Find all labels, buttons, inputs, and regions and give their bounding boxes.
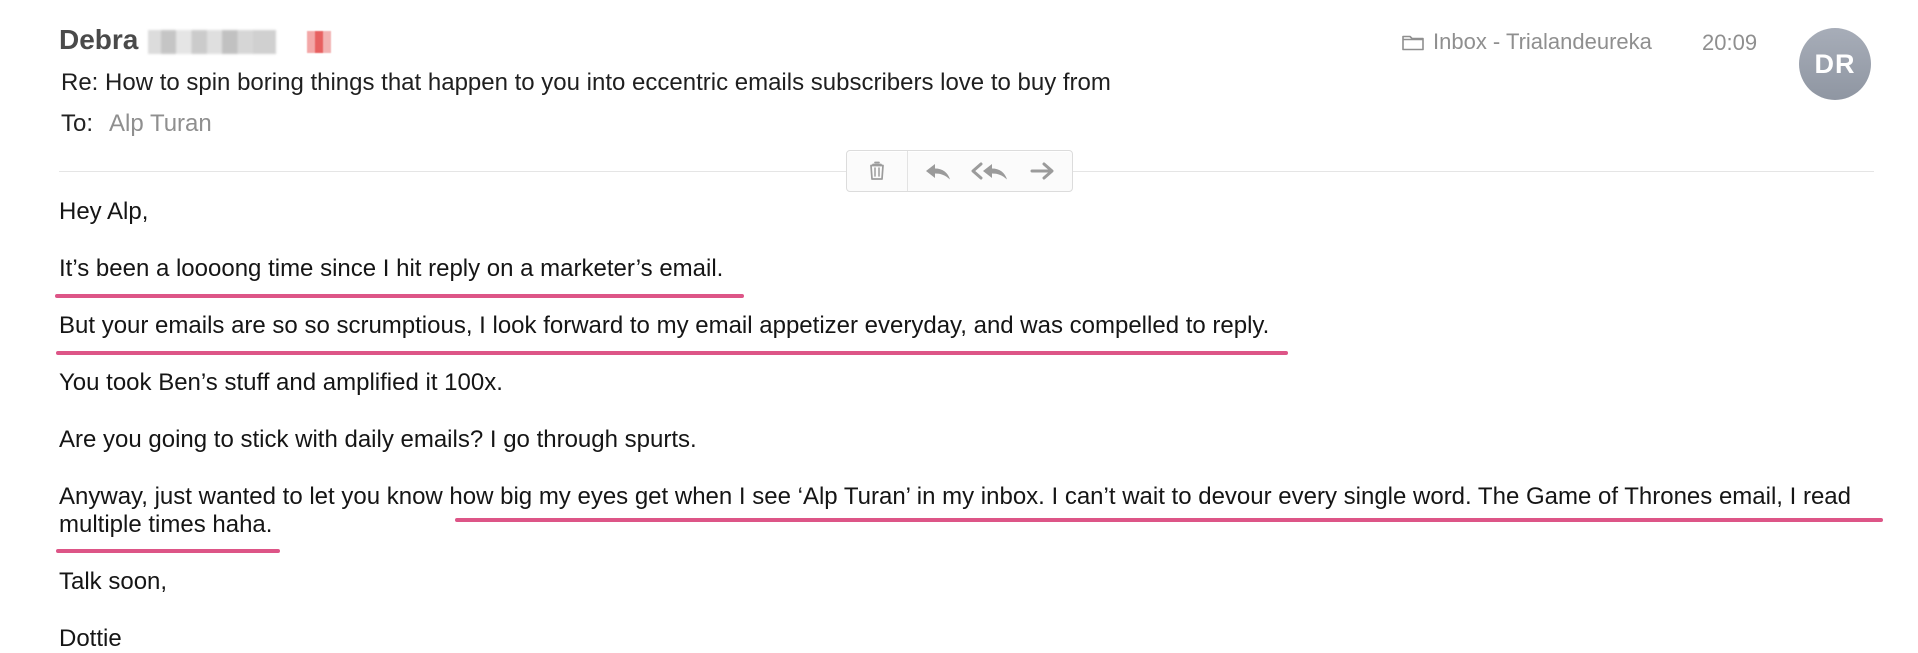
redacted-sender-badge <box>307 31 331 53</box>
delete-button[interactable] <box>847 151 908 191</box>
body-paragraph-3: You took Ben’s stuff and amplified it 10… <box>59 369 503 396</box>
recipient-row: To: Alp Turan <box>61 110 212 138</box>
redacted-email-address <box>148 30 276 54</box>
highlight-underline-3 <box>455 518 1883 522</box>
recipient-name: Alp Turan <box>109 110 212 137</box>
highlight-underline-4 <box>56 549 280 553</box>
reply-icon <box>922 160 954 182</box>
mailbox-location: Inbox - Trialandeureka <box>1401 29 1652 55</box>
forward-button[interactable] <box>1028 160 1058 182</box>
body-paragraph-5: Anyway, just wanted to let you know how … <box>59 483 1851 538</box>
reply-all-button[interactable] <box>970 160 1012 182</box>
message-action-toolbar <box>846 150 1073 192</box>
highlight-underline-1 <box>55 294 744 298</box>
body-paragraph-4: Are you going to stick with daily emails… <box>59 426 697 453</box>
body-paragraph-1: It’s been a loooong time since I hit rep… <box>59 255 724 282</box>
avatar-initials: DR <box>1814 48 1856 79</box>
folder-icon <box>1401 32 1425 52</box>
email-subject: Re: How to spin boring things that happe… <box>61 69 1111 96</box>
message-navigation-actions <box>908 151 1072 191</box>
highlight-underline-2 <box>56 351 1288 355</box>
trash-icon <box>866 159 888 183</box>
reply-button[interactable] <box>922 160 954 182</box>
closing-line: Talk soon, <box>59 568 168 595</box>
message-time: 20:09 <box>1702 30 1758 55</box>
sender-avatar: DR <box>1799 28 1871 100</box>
body-paragraph-2: But your emails are so so scrumptious, I… <box>59 312 1270 339</box>
to-label: To: <box>61 110 94 137</box>
signature-line: Dottie <box>59 625 122 652</box>
reply-all-icon <box>970 160 1012 182</box>
forward-icon <box>1028 160 1058 182</box>
sender-name: Debra <box>59 24 139 55</box>
mailbox-label: Inbox - Trialandeureka <box>1433 29 1652 54</box>
greeting-line: Hey Alp, <box>59 198 149 225</box>
